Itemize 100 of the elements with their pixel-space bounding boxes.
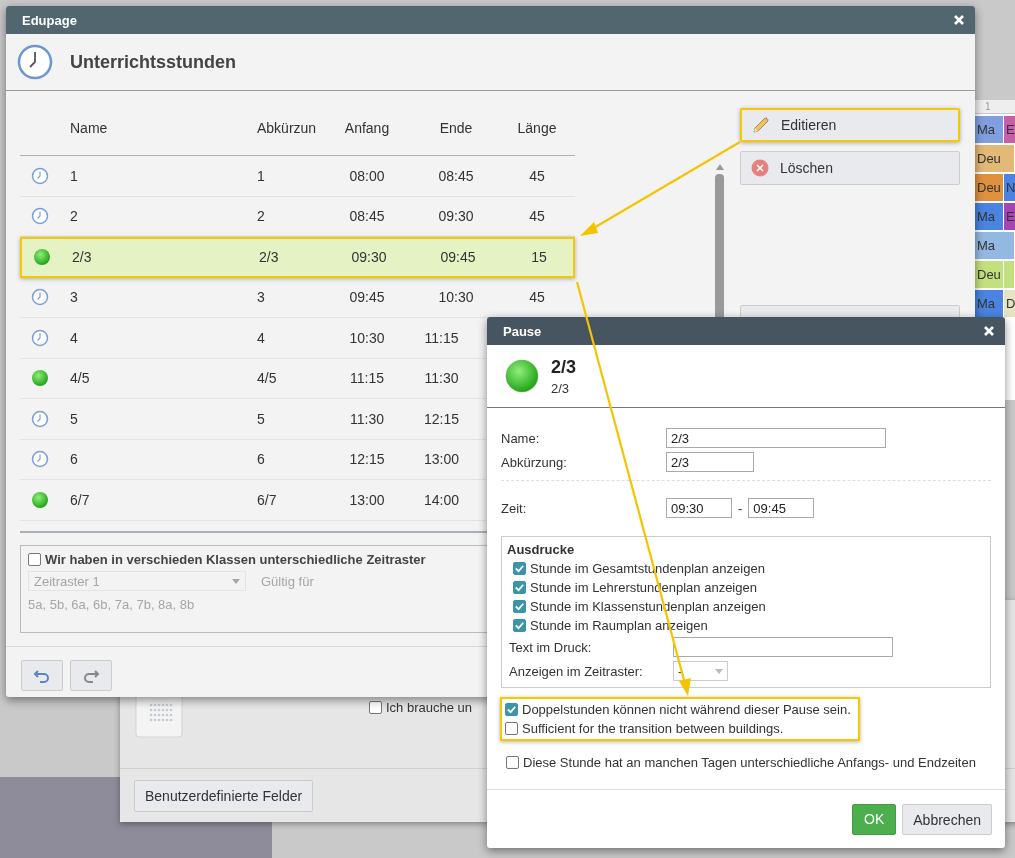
undo-button[interactable]: [21, 660, 63, 691]
checkbox[interactable]: [369, 701, 382, 714]
clock-icon: [31, 166, 49, 185]
table-cell-text: 4/5: [257, 370, 278, 387]
table-cell-text: 4/5: [70, 370, 91, 387]
table-cell-text: 2: [257, 208, 266, 225]
table-cell-text: 13:00: [422, 451, 460, 468]
lesson-cell: D: [1004, 290, 1015, 317]
table-cell-text: 6/7: [70, 491, 91, 508]
table-cell-text: 1: [257, 167, 266, 184]
table-row[interactable]: 4 4 10:30 11:15: [20, 318, 486, 359]
column-header[interactable]: Anfang: [337, 120, 397, 136]
table-cell-text: 10:30: [348, 329, 386, 346]
table-cell-text: 5: [257, 410, 266, 427]
field-label: Abkürzung:: [501, 454, 568, 470]
table-cell-text: 4: [70, 329, 79, 346]
field-label: Zeit:: [501, 500, 528, 516]
table-cell-text: 6: [70, 451, 79, 468]
text-field[interactable]: 2/3: [666, 428, 886, 448]
table-row[interactable]: 4/5 4/5 11:15 11:30: [20, 358, 486, 399]
table-cell-text: 12:15: [422, 410, 460, 427]
caret-icon: [232, 578, 240, 584]
table-cell-text: 11:30: [349, 410, 385, 427]
table-cell-text: 11:15: [349, 370, 385, 387]
clock-icon: [17, 44, 53, 80]
lesson-cell: Ma: [975, 116, 1004, 143]
table-cell-text: 5: [70, 410, 79, 427]
table-cell-text: 2/3: [259, 249, 280, 266]
clock-icon: [31, 450, 49, 469]
dropdown[interactable]: -: [673, 661, 728, 681]
lesson-cell: E: [1004, 116, 1015, 143]
table-cell-text: 11:30: [423, 370, 460, 387]
clock-icon: [31, 207, 49, 226]
table-cell-text: 08:00: [348, 167, 386, 184]
table-row[interactable]: 6/7 6/7 13:00 14:00: [20, 480, 486, 521]
checkbox[interactable]: [505, 703, 518, 716]
clock-icon: [31, 409, 49, 428]
window-title: Edupage: [22, 12, 77, 28]
lesson-cell: Ma: [975, 290, 1004, 317]
field-label: Text im Druck:: [509, 639, 593, 655]
table-cell-text: 3: [70, 289, 79, 306]
lesson-cell: E: [1004, 203, 1015, 230]
lesson-cell: Deu: [975, 261, 1004, 288]
column-header[interactable]: Abkürzun: [257, 120, 337, 136]
text-field[interactable]: 2/3: [666, 452, 754, 472]
table-row[interactable]: 5 5 11:30 12:15: [20, 399, 486, 440]
redo-button[interactable]: [70, 660, 112, 691]
table-row[interactable]: 1 1 08:00 08:45 45: [20, 156, 575, 197]
checkbox[interactable]: [513, 562, 526, 575]
checkbox[interactable]: [506, 756, 519, 769]
table-row[interactable]: 2/3 2/3 09:30 09:45 15: [20, 237, 575, 278]
ball-icon: [33, 248, 51, 267]
edit-button[interactable]: Editieren: [740, 108, 960, 142]
close-icon[interactable]: [983, 325, 995, 337]
table-cell-text: 2: [70, 208, 79, 225]
column-header[interactable]: Länge: [515, 120, 559, 136]
custom-fields-button[interactable]: Benutzerdefinierte Felder: [134, 780, 314, 812]
table-cell-text: 09:30: [437, 208, 475, 225]
item-abbreviation: 2/3: [551, 380, 571, 396]
table-cell-text: 45: [528, 208, 546, 225]
field-label: Gültig für: [261, 573, 314, 589]
checkbox-label: Doppelstunden können nicht während dieser Pause sein.: [522, 702, 851, 717]
dialog-heading: Unterrichtsstunden: [70, 51, 237, 73]
table-cell-text: 1: [70, 167, 79, 184]
checkbox-label: Wir haben in verschieden Klassen unterschiedliche Zeitraster: [45, 552, 426, 567]
table-cell-text: 15: [530, 249, 548, 266]
separator-text: -: [738, 500, 743, 516]
column-header[interactable]: Name: [70, 120, 257, 136]
time-field[interactable]: 09:30: [666, 498, 732, 518]
table-cell-text: 4: [257, 329, 266, 346]
time-field[interactable]: 09:45: [748, 498, 815, 518]
text-field[interactable]: [673, 637, 893, 657]
checkbox[interactable]: [513, 600, 526, 613]
checkbox[interactable]: [513, 581, 526, 594]
table-cell-text: 3: [257, 289, 266, 306]
table-cell-text: 09:45: [348, 289, 386, 306]
checkbox[interactable]: [505, 722, 518, 735]
lesson-cell: Ma: [975, 203, 1004, 230]
table-cell-text: 09:45: [439, 249, 477, 266]
table-cell-text: 6: [257, 451, 266, 468]
ball-icon: [504, 358, 540, 394]
checkbox-label: Ich brauche un: [386, 700, 472, 715]
pencil-icon: [751, 115, 771, 135]
table-cell-text: 10:30: [437, 289, 475, 306]
checkbox[interactable]: [513, 619, 526, 632]
cancel-button[interactable]: Abbrechen: [902, 803, 992, 835]
table-row[interactable]: 6 6 12:15 13:00: [20, 439, 486, 480]
table-cell-text: 08:45: [437, 167, 475, 184]
close-icon[interactable]: [953, 14, 965, 26]
section-title: Ausdrucke: [507, 542, 576, 557]
column-header[interactable]: Ende: [397, 120, 515, 136]
lesson-cell: Deu: [975, 145, 1015, 172]
table-cell-text: 45: [528, 167, 546, 184]
arrow-up-icon[interactable]: [715, 164, 724, 170]
class-list: 5a, 5b, 6a, 6b, 7a, 7b, 8a, 8b: [28, 597, 195, 612]
delete-icon: [750, 158, 770, 178]
lesson-cell: Deu: [975, 174, 1004, 201]
delete-button[interactable]: Löschen: [740, 151, 960, 185]
item-name: 2/3: [551, 356, 577, 378]
table-cell-text: 45: [528, 289, 546, 306]
